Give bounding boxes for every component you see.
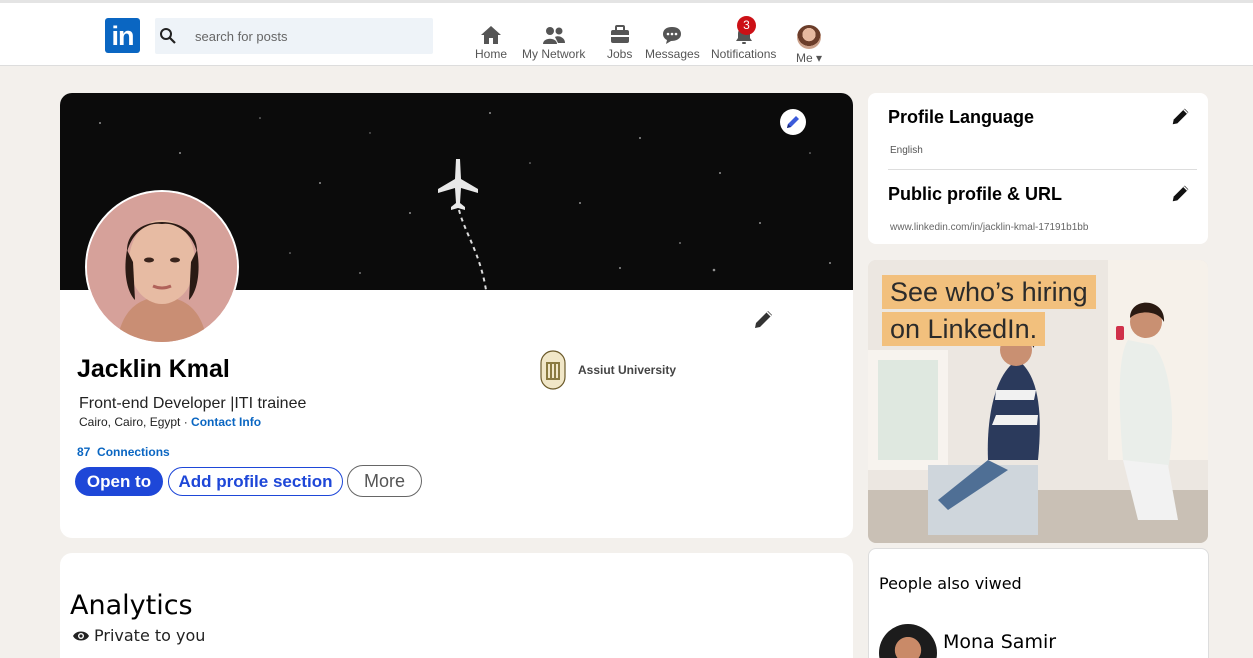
profile-name: Jacklin Kmal (77, 355, 230, 383)
nav-me-label: Me (796, 51, 813, 65)
nav-me[interactable]: Me ▾ (796, 25, 822, 65)
linkedin-logo[interactable]: in (105, 18, 140, 53)
top-navbar: in Home My Network Jobs Messages 3 Notif… (0, 0, 1253, 66)
profile-photo[interactable] (85, 190, 239, 344)
nav-jobs-label: Jobs (607, 47, 633, 61)
chevron-down-icon: ▾ (816, 51, 823, 65)
nav-home-label: Home (475, 47, 508, 61)
contact-info-link[interactable]: Contact Info (191, 415, 261, 429)
analytics-privacy: Private to you (72, 626, 205, 645)
pencil-icon (1172, 108, 1189, 125)
nav-my-network[interactable]: My Network (522, 25, 585, 61)
public-profile-title: Public profile & URL (888, 184, 1063, 204)
person-name[interactable]: Mona Samir (943, 631, 1056, 653)
pencil-icon (755, 311, 772, 328)
analytics-subtitle: Private to you (94, 626, 206, 645)
avatar[interactable] (879, 624, 937, 658)
edit-language-button[interactable] (1170, 105, 1192, 132)
open-to-button[interactable]: Open to (75, 467, 163, 496)
ad-headline-line2: on LinkedIn. (882, 312, 1046, 346)
analytics-title: Analytics (70, 590, 193, 621)
more-button[interactable]: More (347, 465, 422, 497)
nav-me-label-wrap: Me ▾ (796, 51, 822, 65)
search-icon (160, 28, 176, 44)
profile-language-title: Profile Language (888, 107, 1035, 127)
nav-my-network-label: My Network (522, 47, 586, 61)
avatar (797, 25, 822, 49)
school-name: Assiut University (578, 363, 677, 377)
search-input[interactable] (195, 18, 425, 54)
university-logo (540, 350, 566, 390)
connections-label: Connections (97, 445, 170, 459)
public-profile-url[interactable]: www.linkedin.com/in/jacklin-kmal-17191b1… (890, 222, 1088, 233)
location-text: Cairo, Cairo, Egypt · (79, 415, 188, 429)
education-school[interactable]: Assiut University (540, 350, 676, 390)
analytics-card: Analytics Private to you (60, 553, 853, 658)
network-icon (542, 27, 565, 44)
profile-headline: Front-end Developer |ITI trainee (79, 395, 307, 412)
ad-headline-line1: See who’s hiring (882, 275, 1096, 309)
profile-location: Cairo, Cairo, Egypt · Contact Info (79, 415, 261, 429)
profile-language-value: English (890, 145, 923, 156)
pencil-icon (1172, 185, 1189, 202)
hiring-ad[interactable]: See who’s hiring on LinkedIn. (868, 260, 1208, 543)
pencil-icon (787, 116, 799, 128)
edit-intro-button[interactable] (752, 307, 776, 336)
eye-icon (73, 631, 89, 640)
nav-messages-label: Messages (645, 47, 700, 61)
notification-badge: 3 (737, 16, 756, 35)
people-also-viewed-title: People also viwed (879, 574, 1022, 593)
messages-icon (663, 27, 682, 44)
nav-notifications-label: Notifications (711, 47, 777, 61)
nav-home[interactable]: Home (475, 25, 507, 61)
edit-url-button[interactable] (1170, 182, 1192, 209)
edit-cover-button[interactable] (780, 109, 806, 135)
add-profile-section-button[interactable]: Add profile section (168, 467, 343, 496)
nav-jobs[interactable]: Jobs (607, 25, 632, 61)
briefcase-icon (610, 25, 629, 43)
nav-notifications[interactable]: 3 Notifications (711, 16, 777, 61)
profile-card: Jacklin Kmal Front-end Developer |ITI tr… (60, 93, 853, 538)
people-also-viewed-card: People also viwed Mona Samir (868, 548, 1209, 658)
divider (888, 169, 1197, 170)
home-icon (481, 26, 501, 44)
connections-link[interactable]: 87 Connections (77, 445, 170, 459)
profile-settings-card: Profile Language English Public profile … (868, 93, 1208, 244)
search-bar (155, 18, 433, 54)
nav-messages[interactable]: Messages (645, 25, 700, 61)
connections-count: 87 (77, 445, 91, 459)
